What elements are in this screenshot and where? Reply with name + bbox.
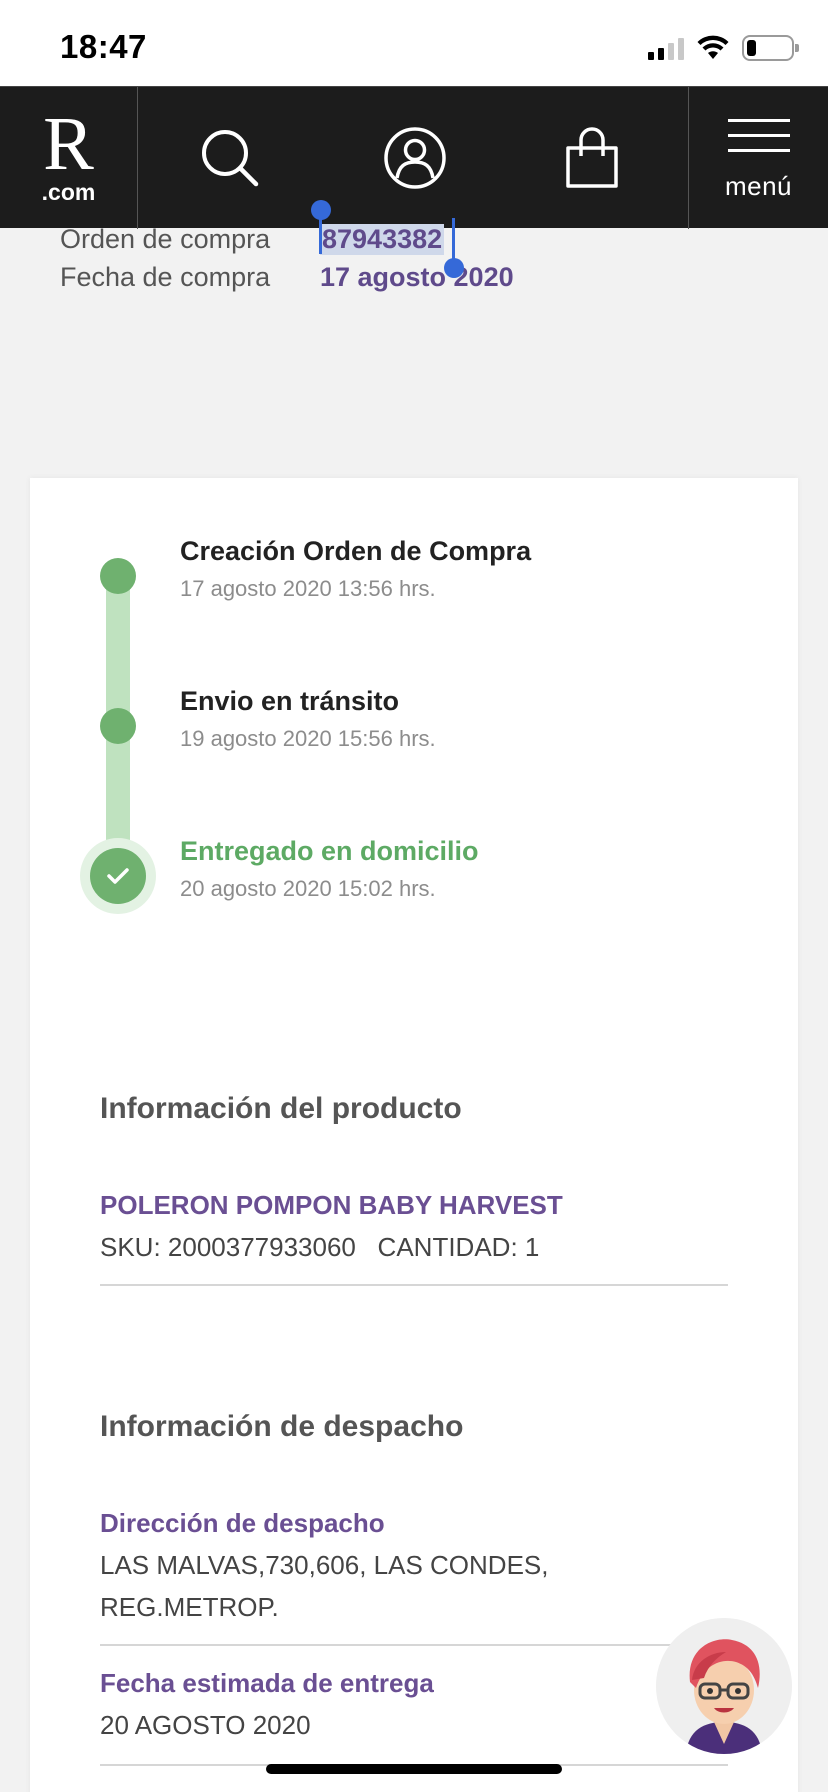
divider (100, 1644, 728, 1646)
assistant-face-icon (656, 1618, 792, 1754)
menu-icon (727, 118, 790, 153)
wifi-icon (697, 35, 729, 59)
menu-label: menú (724, 170, 793, 201)
menu-button[interactable]: menú (688, 87, 828, 229)
status-bar: 18:47 (0, 0, 828, 86)
timeline-step-date: 19 agosto 2020 15:56 hrs. (180, 726, 436, 751)
status-icons (648, 34, 799, 62)
order-number-value[interactable]: 87943382 (320, 224, 445, 255)
check-icon (107, 868, 129, 884)
shipping-address-label: Dirección de despacho (100, 1508, 385, 1538)
timeline-step-title-delivered: Entregado en domicilio (180, 836, 479, 866)
chat-assistant-avatar[interactable] (656, 1618, 792, 1754)
timeline-dot-completed (90, 848, 146, 904)
shipping-address-line1: LAS MALVAS,730,606, LAS CONDES, (100, 1550, 549, 1580)
logo-domain: .com (41, 178, 96, 205)
timeline-step-date: 20 agosto 2020 15:02 hrs. (180, 876, 436, 901)
timeline-step-title: Creación Orden de Compra (180, 536, 532, 566)
timeline-step-date: 17 agosto 2020 13:56 hrs. (180, 576, 436, 601)
order-detail-card: Creación Orden de Compra 17 agosto 2020 … (30, 478, 798, 1792)
search-icon (202, 130, 259, 187)
search-button[interactable] (155, 87, 305, 229)
timeline-step-title: Envio en tránsito (180, 686, 400, 716)
account-button[interactable] (340, 87, 490, 229)
order-number-label: Orden de compra (60, 224, 271, 254)
cart-button[interactable] (517, 87, 667, 229)
eta-label: Fecha estimada de entrega (100, 1668, 434, 1698)
selection-caret-start (319, 210, 322, 254)
home-indicator[interactable] (266, 1764, 562, 1774)
divider (100, 1284, 728, 1286)
purchase-date-label: Fecha de compra (60, 262, 271, 292)
eta-value: 20 AGOSTO 2020 (100, 1710, 311, 1740)
bag-icon (566, 127, 618, 188)
timeline-dot (100, 558, 136, 594)
battery-icon (742, 35, 799, 61)
timeline-dot (100, 708, 136, 744)
site-header: R .com menú (0, 86, 828, 229)
logo-letter: R (43, 101, 94, 186)
selection-handle-end[interactable] (444, 258, 464, 278)
user-icon (384, 127, 446, 189)
shipping-address-line2: REG.METROP. (100, 1592, 279, 1622)
purchase-date-value: 17 agosto 2020 (320, 262, 514, 292)
site-logo[interactable]: R .com (0, 87, 138, 229)
status-time: 18:47 (60, 28, 147, 65)
signal-icon (648, 36, 684, 60)
product-info-heading: Información del producto (100, 1092, 462, 1125)
shipping-info-heading: Información de despacho (100, 1410, 464, 1443)
product-sku-quantity: SKU: 2000377933060 CANTIDAD: 1 (100, 1232, 540, 1262)
product-name[interactable]: POLERON POMPON BABY HARVEST (100, 1190, 563, 1221)
